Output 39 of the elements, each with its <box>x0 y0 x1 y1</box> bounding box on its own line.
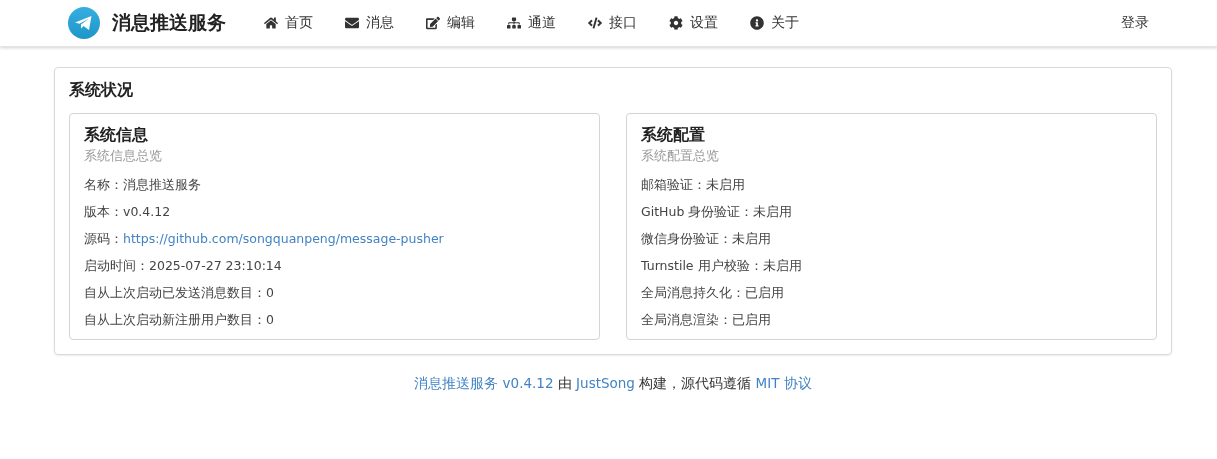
footer-text: 消息推送服务 v0.4.12 由 JustSong 构建，源代码遵循 MIT 协议 <box>413 375 813 393</box>
app-title: 消息推送服务 <box>112 10 226 35</box>
info-line: 自从上次启动已发送消息数目：0 <box>84 284 275 302</box>
nav-link[interactable]: 关于 <box>734 14 815 32</box>
nav-link[interactable]: 设置 <box>653 14 734 32</box>
footer-link[interactable]: MIT 协议 <box>755 375 812 391</box>
footer-link[interactable]: 消息推送服务 v0.4.12 <box>414 375 554 391</box>
footer-link[interactable]: JustSong <box>576 375 635 391</box>
info-line: 微信身份验证：未启用 <box>641 230 772 248</box>
info-line: 启动时间：2025-07-27 23:10:14 <box>84 257 283 275</box>
edit-icon <box>426 16 440 30</box>
home-icon <box>264 16 278 30</box>
logo-icon <box>68 7 100 39</box>
panel-title: 系统状况 <box>69 80 134 101</box>
nav-link[interactable]: 首页 <box>248 14 329 32</box>
info-line: 名称：消息推送服务 <box>84 176 202 194</box>
card-subtitle: 系统信息总览 <box>84 148 163 165</box>
source-link[interactable]: https://github.com/songquanpeng/message-pusher <box>123 231 444 246</box>
info-label: 源码： <box>84 231 123 246</box>
card-title: 系统配置 <box>641 125 706 146</box>
info-line: GitHub 身份验证：未启用 <box>641 203 794 221</box>
info-line: 全局消息持久化：已启用 <box>641 284 785 302</box>
info-icon <box>750 16 764 30</box>
nav-link[interactable]: 接口 <box>572 14 653 32</box>
info-line: 全局消息渲染：已启用 <box>641 311 772 329</box>
settings-icon <box>669 16 683 30</box>
info-line: Turnstile 用户校验：未启用 <box>641 257 803 275</box>
nav-link[interactable]: 通道 <box>491 14 572 32</box>
envelope-icon <box>345 16 359 30</box>
card-subtitle: 系统配置总览 <box>641 148 720 165</box>
login-link[interactable]: 登录 <box>1107 14 1163 32</box>
nav-link[interactable]: 消息 <box>329 14 410 32</box>
nav-link[interactable]: 编辑 <box>410 14 491 32</box>
card-title: 系统信息 <box>84 125 149 146</box>
info-line: 版本：v0.4.12 <box>84 203 172 221</box>
code-icon <box>588 16 602 30</box>
sitemap-icon <box>507 16 521 30</box>
info-line: 自从上次启动新注册用户数目：0 <box>84 311 275 329</box>
info-line: 邮箱验证：未启用 <box>641 176 746 194</box>
